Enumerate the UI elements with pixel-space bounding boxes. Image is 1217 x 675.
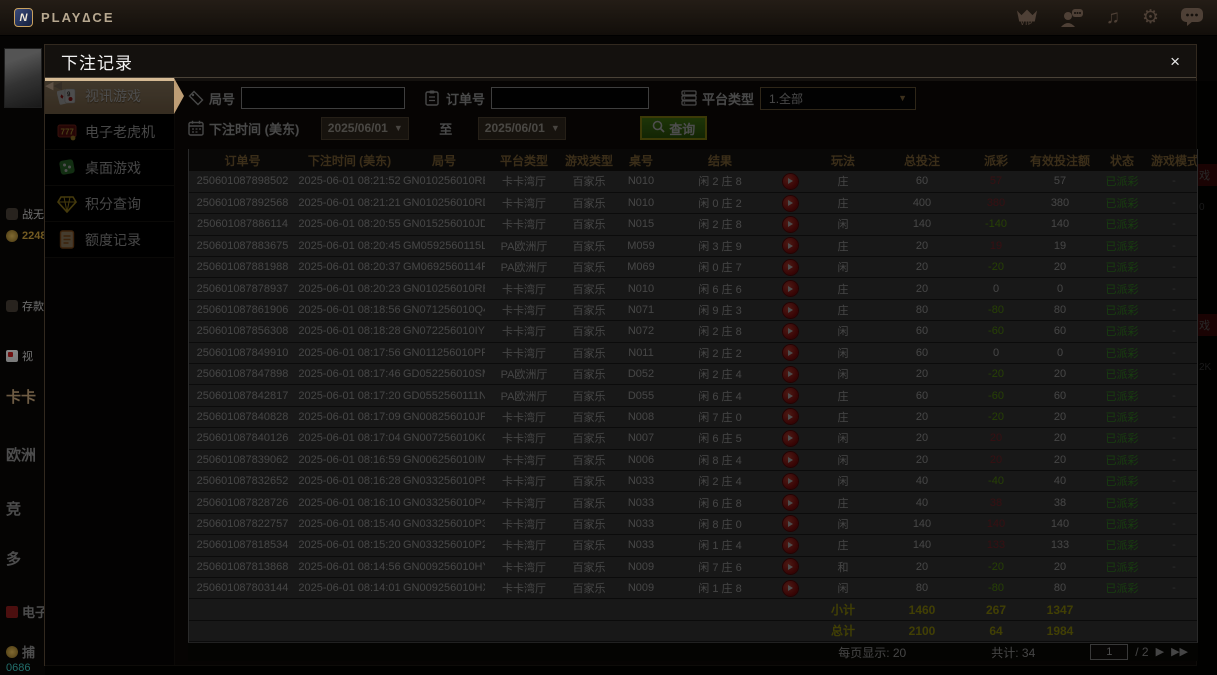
settings-gear-icon[interactable]: ⚙ <box>1142 8 1159 27</box>
bet-records-modal: 下注记录 × 9 视讯游戏 777 电子老虎机 桌面游戏 积分查询 额度记录 局… <box>44 44 1217 675</box>
app-window: N PLAY∆CE VIP ♫ ⚙ 战无 2248 存款 视 卡卡 欧洲 竞 多… <box>0 0 1217 675</box>
customer-service-icon[interactable] <box>1060 8 1084 28</box>
modal-header: 下注记录 × <box>45 45 1196 78</box>
topbar: N PLAY∆CE VIP ♫ ⚙ <box>0 0 1217 36</box>
modal-content: 局号 订单号 平台类型 1.全部 ▼ 下注时间 (美东) 2025/06/01 … <box>45 78 1217 675</box>
modal-title: 下注记录 <box>61 53 133 73</box>
logo-icon: N <box>14 8 33 27</box>
close-icon[interactable]: × <box>1170 53 1180 70</box>
pagination-bar: 每页显示: 20 共计: 34 ◀◀ ◀ / 2 ▶ ▶▶ <box>45 81 1217 675</box>
chat-icon[interactable] <box>1181 8 1203 27</box>
vip-icon[interactable]: VIP <box>1016 9 1038 27</box>
app-logo: N PLAY∆CE <box>14 8 115 27</box>
logo-text: PLAY∆CE <box>41 10 115 25</box>
prev-page-button[interactable]: ◀ <box>45 81 1217 675</box>
music-icon[interactable]: ♫ <box>1106 8 1120 27</box>
